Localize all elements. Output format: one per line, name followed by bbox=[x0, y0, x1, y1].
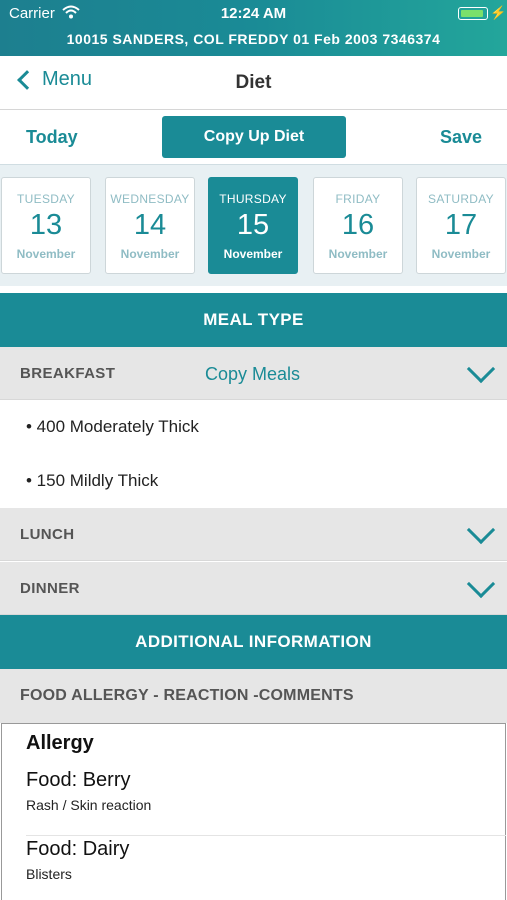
day-of-week: THURSDAY bbox=[219, 192, 287, 206]
chevron-down-icon[interactable] bbox=[466, 569, 496, 599]
copy-meals-button[interactable]: Copy Meals bbox=[205, 364, 300, 385]
top-bar: Carrier 12:24 AM ⚡ 10015 SANDERS, COL FR… bbox=[0, 0, 507, 56]
meal-type-header: MEAL TYPE bbox=[0, 293, 507, 347]
today-button[interactable]: Today bbox=[26, 127, 78, 148]
status-time: 12:24 AM bbox=[220, 5, 287, 22]
day-number: 16 bbox=[341, 209, 375, 241]
day-of-week: WEDNESDAY bbox=[110, 192, 190, 206]
allergy-item[interactable]: Food: Dairy Blisters bbox=[26, 838, 506, 900]
allergy-reaction: Rash / Skin reaction bbox=[26, 797, 152, 813]
allergy-title: Allergy bbox=[26, 732, 94, 754]
list-item: • 400 Moderately Thick bbox=[0, 400, 507, 453]
month-label: November bbox=[120, 247, 180, 261]
day-number: 15 bbox=[236, 209, 270, 241]
action-bar: Today Copy Up Diet Save bbox=[0, 110, 507, 164]
save-button[interactable]: Save bbox=[440, 127, 482, 148]
month-label: November bbox=[223, 247, 283, 261]
chevron-down-icon[interactable] bbox=[466, 515, 496, 545]
day-of-week: TUESDAY bbox=[17, 192, 75, 206]
copy-up-diet-button[interactable]: Copy Up Diet bbox=[162, 116, 346, 158]
date-tuesday[interactable]: TUESDAY 13 November bbox=[1, 177, 91, 274]
day-number: 13 bbox=[29, 209, 63, 241]
list-item: • 150 Mildly Thick bbox=[0, 454, 507, 507]
allergy-food: Food: Berry bbox=[26, 769, 131, 791]
additional-information-header: ADDITIONAL INFORMATION bbox=[0, 615, 507, 669]
day-number: 17 bbox=[444, 209, 478, 241]
page-title: Diet bbox=[235, 72, 272, 93]
chevron-down-icon[interactable] bbox=[466, 354, 496, 384]
date-thursday[interactable]: THURSDAY 15 November bbox=[208, 177, 298, 274]
allergy-item[interactable]: Food: Berry Rash / Skin reaction bbox=[26, 769, 506, 836]
meal-label: BREAKFAST bbox=[20, 365, 116, 382]
month-label: November bbox=[431, 247, 491, 261]
date-wednesday[interactable]: WEDNESDAY 14 November bbox=[105, 177, 195, 274]
battery-icon bbox=[458, 7, 488, 20]
allergy-panel: Allergy Food: Berry Rash / Skin reaction… bbox=[1, 723, 506, 900]
navigation-bar: Menu Diet bbox=[0, 56, 507, 110]
meal-label: LUNCH bbox=[20, 526, 75, 543]
date-strip: TUESDAY 13 November WEDNESDAY 14 Novembe… bbox=[0, 164, 507, 286]
meal-label: DINNER bbox=[20, 580, 80, 597]
meal-row-breakfast[interactable]: BREAKFAST Copy Meals bbox=[0, 347, 507, 400]
allergy-reaction: Blisters bbox=[26, 866, 72, 882]
allergy-food: Food: Dairy bbox=[26, 838, 130, 860]
allergy-section-label: FOOD ALLERGY - REACTION -COMMENTS bbox=[20, 687, 354, 704]
meal-row-lunch[interactable]: LUNCH bbox=[0, 508, 507, 561]
day-of-week: FRIDAY bbox=[335, 192, 381, 206]
patient-banner: 10015 SANDERS, COL FREDDY 01 Feb 2003 73… bbox=[66, 31, 441, 47]
allergy-section-header: FOOD ALLERGY - REACTION -COMMENTS bbox=[0, 669, 507, 723]
meal-item-text: • 150 Mildly Thick bbox=[26, 471, 159, 490]
meal-row-dinner[interactable]: DINNER bbox=[0, 562, 507, 615]
status-bar: Carrier 12:24 AM ⚡ bbox=[0, 0, 507, 27]
date-friday[interactable]: FRIDAY 16 November bbox=[313, 177, 403, 274]
charging-icon: ⚡ bbox=[490, 5, 507, 20]
date-saturday[interactable]: SATURDAY 17 November bbox=[416, 177, 506, 274]
month-label: November bbox=[328, 247, 388, 261]
day-number: 14 bbox=[133, 209, 167, 241]
meal-item-text: • 400 Moderately Thick bbox=[26, 417, 199, 436]
day-of-week: SATURDAY bbox=[428, 192, 494, 206]
month-label: November bbox=[16, 247, 76, 261]
